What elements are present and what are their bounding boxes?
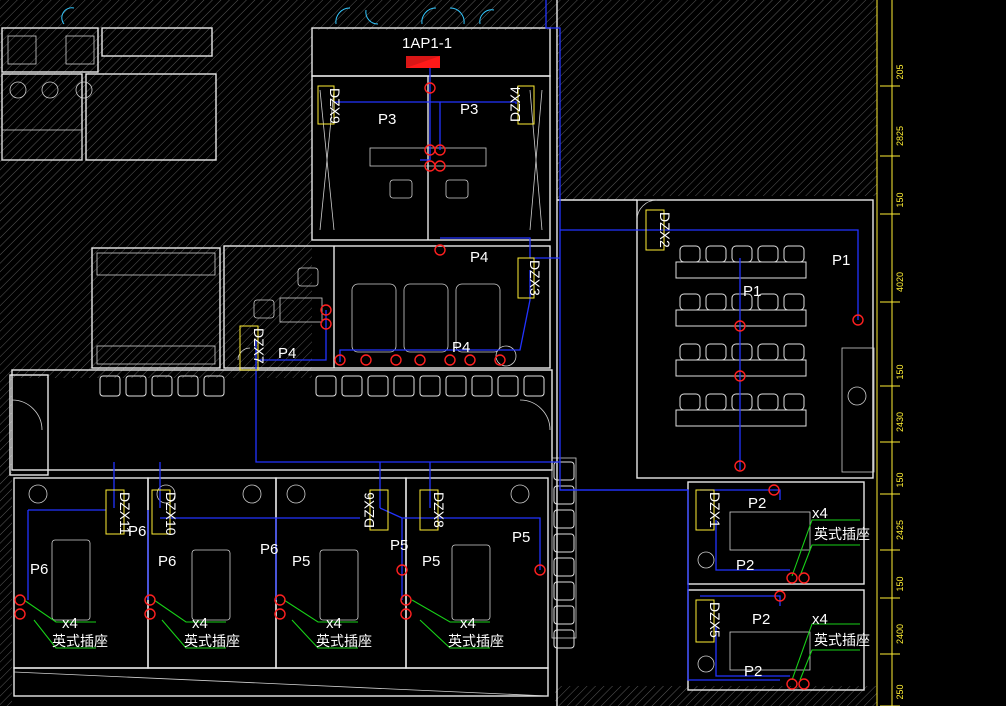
circuit-label-p4: P4	[470, 249, 488, 266]
circuit-label-p5: P5	[390, 537, 408, 554]
circuit-label-p2: P2	[744, 663, 762, 680]
panel-label: DZX4	[507, 86, 523, 122]
circuit-label-p6: P6	[30, 561, 48, 578]
circuit-label-p2: P2	[736, 557, 754, 574]
circuit-label-p4: P4	[278, 345, 296, 362]
circuit-label-p3: P3	[378, 111, 396, 128]
panel-dzx4[interactable]: DZX4	[507, 85, 535, 125]
panel-label: DZX6	[361, 492, 377, 528]
svg-text:英式插座: 英式插座	[316, 633, 372, 650]
circuit-label-p4: P4	[452, 339, 470, 356]
panel-dzx9[interactable]: DZX9	[317, 85, 343, 125]
main-panel-label: 1AP1-1	[402, 35, 452, 52]
circuit-label-p6: P6	[260, 541, 278, 558]
socket-note: x4 英式插座	[812, 505, 870, 543]
circuit-label-p5: P5	[422, 553, 440, 570]
panel-dzx3[interactable]: DZX3	[517, 257, 543, 299]
svg-text:x4: x4	[192, 615, 208, 632]
annotation-layer: 1AP1-1 DZX9 DZX4 DZX3 DZX2 DZX7 DZX11 DZ…	[30, 35, 870, 680]
socket-note: x4 英式插座	[812, 611, 870, 649]
svg-text:x4: x4	[812, 505, 828, 522]
circuit-label-p6: P6	[158, 553, 176, 570]
panel-dzx2[interactable]: DZX2	[645, 209, 673, 251]
svg-text:英式插座: 英式插座	[448, 633, 504, 650]
svg-text:英式插座: 英式插座	[814, 526, 870, 543]
panel-label: DZX5	[707, 602, 723, 638]
svg-text:x4: x4	[326, 615, 342, 632]
socket-note: x4 英式插座	[316, 615, 372, 650]
socket-note: x4 英式插座	[448, 615, 504, 650]
circuit-label-p6: P6	[128, 523, 146, 540]
svg-text:英式插座: 英式插座	[184, 633, 240, 650]
circuit-label-p2: P2	[748, 495, 766, 512]
svg-text:x4: x4	[62, 615, 78, 632]
circuit-label-p1: P1	[832, 252, 850, 269]
panel-label: DZX8	[431, 492, 447, 528]
circuit-label-p3: P3	[460, 101, 478, 118]
socket-note: x4 英式插座	[52, 615, 108, 650]
circuit-label-p1: P1	[743, 283, 761, 300]
panel-dzx10[interactable]: DZX10	[151, 489, 179, 536]
panel-dzx8[interactable]: DZX8	[419, 489, 447, 531]
socket-note: x4 英式插座	[184, 615, 240, 650]
panel-label: DZX9	[327, 88, 343, 124]
panel-label: DZX2	[657, 212, 673, 248]
panel-label: DZX7	[251, 328, 267, 364]
panel-label: DZX1	[707, 492, 723, 528]
cad-canvas[interactable]: 205 2825 150 4020 150 2430 150 2425 150 2400 250 1…	[0, 0, 1006, 706]
panel-dzx7[interactable]: DZX7	[239, 325, 267, 371]
panel-dzx1[interactable]: DZX1	[695, 489, 723, 531]
panel-label: DZX10	[163, 492, 179, 536]
svg-text:x4: x4	[812, 611, 828, 628]
panel-label: DZX3	[527, 260, 543, 296]
svg-text:英式插座: 英式插座	[814, 632, 870, 649]
circuit-label-p5: P5	[512, 529, 530, 546]
panel-dzx6[interactable]: DZX6	[361, 489, 389, 531]
circuit-label-p5: P5	[292, 553, 310, 570]
svg-text:x4: x4	[460, 615, 476, 632]
circuit-label-p2: P2	[752, 611, 770, 628]
panel-dzx5[interactable]: DZX5	[695, 599, 723, 643]
svg-text:英式插座: 英式插座	[52, 633, 108, 650]
